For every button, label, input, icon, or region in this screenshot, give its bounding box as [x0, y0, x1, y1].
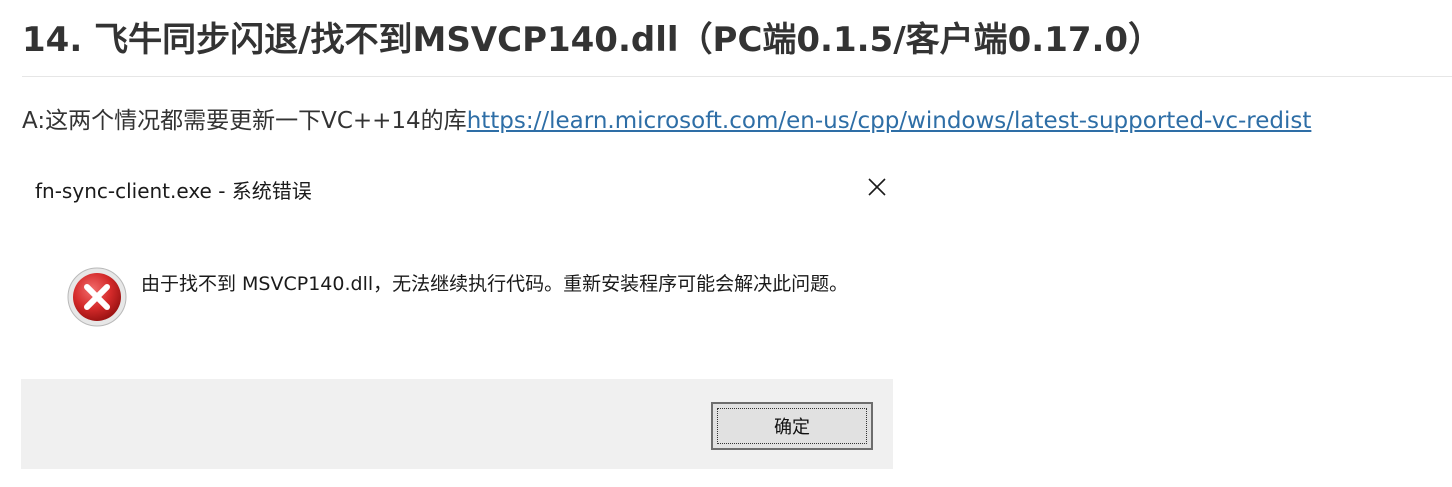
dialog-footer: 确定 [21, 379, 893, 469]
vc-redist-link[interactable]: https://learn.microsoft.com/en-us/cpp/wi… [467, 108, 1312, 134]
dialog-title: fn-sync-client.exe - 系统错误 [35, 179, 312, 203]
answer-paragraph: A:这两个情况都需要更新一下VC++14的库https://learn.micr… [22, 103, 1311, 139]
section-heading: 14. 飞牛同步闪退/找不到MSVCP140.dll（PC端0.1.5/客户端0… [22, 20, 1163, 60]
heading-divider [22, 76, 1452, 77]
answer-text: A:这两个情况都需要更新一下VC++14的库 [22, 108, 467, 134]
page: 14. 飞牛同步闪退/找不到MSVCP140.dll（PC端0.1.5/客户端0… [0, 0, 1452, 487]
close-icon[interactable] [866, 176, 888, 198]
error-message: 由于找不到 MSVCP140.dll，无法继续执行代码。重新安装程序可能会解决此… [141, 273, 849, 295]
error-icon [67, 267, 127, 327]
error-dialog-screenshot: fn-sync-client.exe - 系统错误 由于找不到 MSVCP140… [21, 158, 893, 469]
ok-button[interactable]: 确定 [711, 402, 873, 450]
